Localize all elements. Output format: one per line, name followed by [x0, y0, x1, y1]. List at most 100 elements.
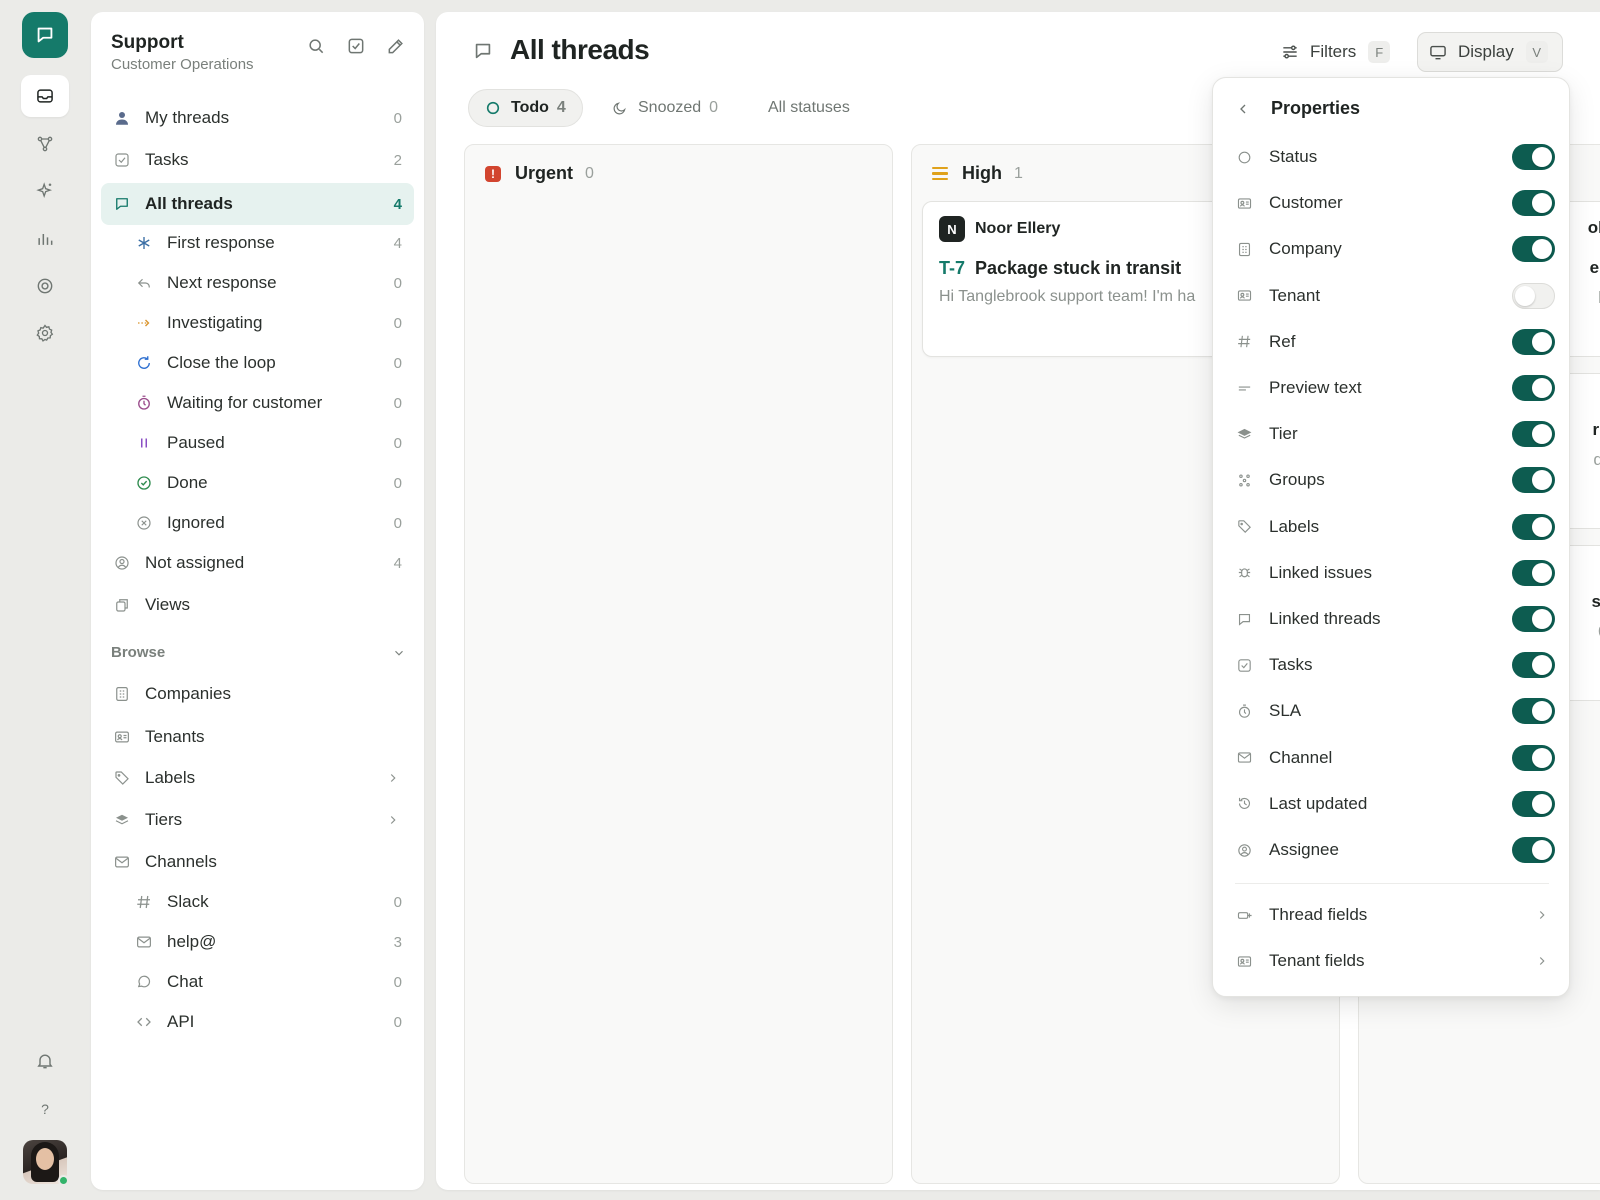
groups-icon — [1235, 472, 1253, 489]
property-label: SLA — [1269, 701, 1302, 721]
nav-views[interactable]: Views — [101, 585, 414, 625]
task-check-icon[interactable] — [346, 36, 366, 56]
nav-all-threads[interactable]: All threads 4 — [101, 183, 414, 225]
property-toggle[interactable] — [1512, 144, 1555, 170]
chat-bubble-icon — [1235, 611, 1253, 628]
mail-icon — [1235, 749, 1253, 766]
property-toggle[interactable] — [1512, 467, 1555, 494]
nav-tiers[interactable]: Tiers — [101, 800, 414, 840]
tenant-fields-link[interactable]: Tenant fields — [1235, 944, 1555, 978]
nav-paused[interactable]: Paused 0 — [101, 423, 414, 463]
property-row-groups[interactable]: Groups — [1235, 463, 1555, 497]
property-row-customer[interactable]: Customer — [1235, 186, 1555, 220]
property-row-tasks[interactable]: Tasks — [1235, 648, 1555, 682]
property-toggle[interactable] — [1512, 790, 1555, 817]
inbox-icon[interactable] — [21, 75, 69, 117]
nav-channel-chat[interactable]: Chat 0 — [101, 962, 414, 1002]
property-toggle[interactable] — [1512, 652, 1555, 679]
property-row-channel[interactable]: Channel — [1235, 741, 1555, 775]
nav-channel-slack[interactable]: Slack 0 — [101, 882, 414, 922]
nav-label: help@ — [167, 932, 217, 951]
tab-all-statuses[interactable]: All statuses — [752, 89, 866, 127]
property-toggle[interactable] — [1512, 513, 1555, 540]
building-icon — [111, 685, 133, 703]
search-icon[interactable] — [306, 36, 326, 56]
property-row-preview-text[interactable]: Preview text — [1235, 371, 1555, 405]
property-toggle[interactable] — [1512, 375, 1555, 401]
browse-label: Browse — [111, 644, 166, 661]
nav-labels[interactable]: Labels — [101, 758, 414, 798]
arrow-right-dashed-icon — [133, 314, 155, 332]
chevron-right-icon — [386, 771, 400, 785]
property-row-sla[interactable]: SLA — [1235, 694, 1555, 728]
property-toggle[interactable] — [1512, 282, 1555, 309]
nav-count: 4 — [393, 234, 402, 252]
property-row-company[interactable]: Company — [1235, 232, 1555, 266]
sparkle-icon[interactable] — [21, 170, 69, 212]
property-toggle[interactable] — [1512, 606, 1555, 632]
chart-icon[interactable] — [21, 218, 69, 260]
property-label: Tasks — [1269, 655, 1313, 675]
workspace-title[interactable]: Support — [111, 32, 184, 54]
tab-todo[interactable]: Todo 4 — [468, 89, 583, 127]
filters-label: Filters — [1310, 42, 1357, 61]
monitor-icon — [1428, 42, 1458, 62]
display-button[interactable]: Display V — [1417, 32, 1563, 72]
help-icon[interactable]: ? — [21, 1088, 69, 1130]
settings-icon[interactable] — [21, 312, 69, 354]
nav-done[interactable]: Done 0 — [101, 463, 414, 503]
nav-channels[interactable]: Channels — [101, 842, 414, 882]
nav-ignored[interactable]: Ignored 0 — [101, 503, 414, 543]
property-row-status[interactable]: Status — [1235, 140, 1555, 174]
property-toggle[interactable] — [1512, 328, 1555, 355]
nav-waiting-for-customer[interactable]: Waiting for customer 0 — [101, 383, 414, 423]
property-toggle[interactable] — [1512, 744, 1555, 771]
bell-icon[interactable] — [21, 1040, 69, 1082]
column-urgent: ! Urgent 0 — [464, 144, 893, 1184]
chat-icon — [472, 40, 494, 62]
property-toggle[interactable] — [1512, 190, 1555, 217]
property-toggle[interactable] — [1512, 837, 1555, 863]
checkbox-icon — [1235, 657, 1253, 674]
nav-first-response[interactable]: First response 4 — [101, 223, 414, 263]
app-logo-icon[interactable] — [22, 12, 68, 58]
target-icon[interactable] — [21, 265, 69, 307]
property-row-ref[interactable]: Ref — [1235, 325, 1555, 359]
nav-tasks[interactable]: Tasks 2 — [101, 140, 414, 180]
property-toggle[interactable] — [1512, 236, 1555, 263]
back-chevron-icon[interactable] — [1235, 101, 1251, 117]
property-toggle[interactable] — [1512, 421, 1555, 448]
tab-snoozed[interactable]: Snoozed 0 — [596, 89, 734, 127]
nav-channel-help[interactable]: help@ 3 — [101, 922, 414, 962]
checkbox-icon — [111, 151, 133, 169]
property-row-last-updated[interactable]: Last updated — [1235, 787, 1555, 821]
nav-label: Labels — [145, 768, 196, 787]
layers-icon — [1235, 426, 1253, 443]
property-row-assignee[interactable]: Assignee — [1235, 833, 1555, 867]
nav-close-the-loop[interactable]: Close the loop 0 — [101, 343, 414, 383]
workflow-icon[interactable] — [21, 123, 69, 165]
property-row-labels[interactable]: Labels — [1235, 510, 1555, 544]
compose-icon[interactable] — [386, 36, 406, 56]
nav-my-threads[interactable]: My threads 0 — [101, 98, 414, 138]
nav-label: Paused — [167, 433, 225, 452]
nav-next-response[interactable]: Next response 0 — [101, 263, 414, 303]
nav-channel-api[interactable]: API 0 — [101, 1002, 414, 1042]
nav-investigating[interactable]: Investigating 0 — [101, 303, 414, 343]
property-toggle[interactable] — [1512, 698, 1555, 725]
property-row-tenant[interactable]: Tenant — [1235, 279, 1555, 313]
circle-icon — [485, 100, 501, 116]
property-row-linked-threads[interactable]: Linked threads — [1235, 602, 1555, 636]
thread-fields-link[interactable]: Thread fields — [1235, 898, 1555, 932]
filters-button[interactable]: Filters F — [1270, 32, 1400, 72]
property-row-linked-issues[interactable]: Linked issues — [1235, 556, 1555, 590]
chat-bubble-icon — [133, 973, 155, 991]
tag-icon — [1235, 518, 1253, 535]
nav-tenants[interactable]: Tenants — [101, 717, 414, 757]
nav-not-assigned[interactable]: Not assigned 4 — [101, 543, 414, 583]
browse-section-header[interactable]: Browse — [111, 644, 406, 661]
property-label: Assignee — [1269, 840, 1339, 859]
property-row-tier[interactable]: Tier — [1235, 417, 1555, 451]
nav-companies[interactable]: Companies — [101, 674, 414, 714]
property-toggle[interactable] — [1512, 559, 1555, 586]
